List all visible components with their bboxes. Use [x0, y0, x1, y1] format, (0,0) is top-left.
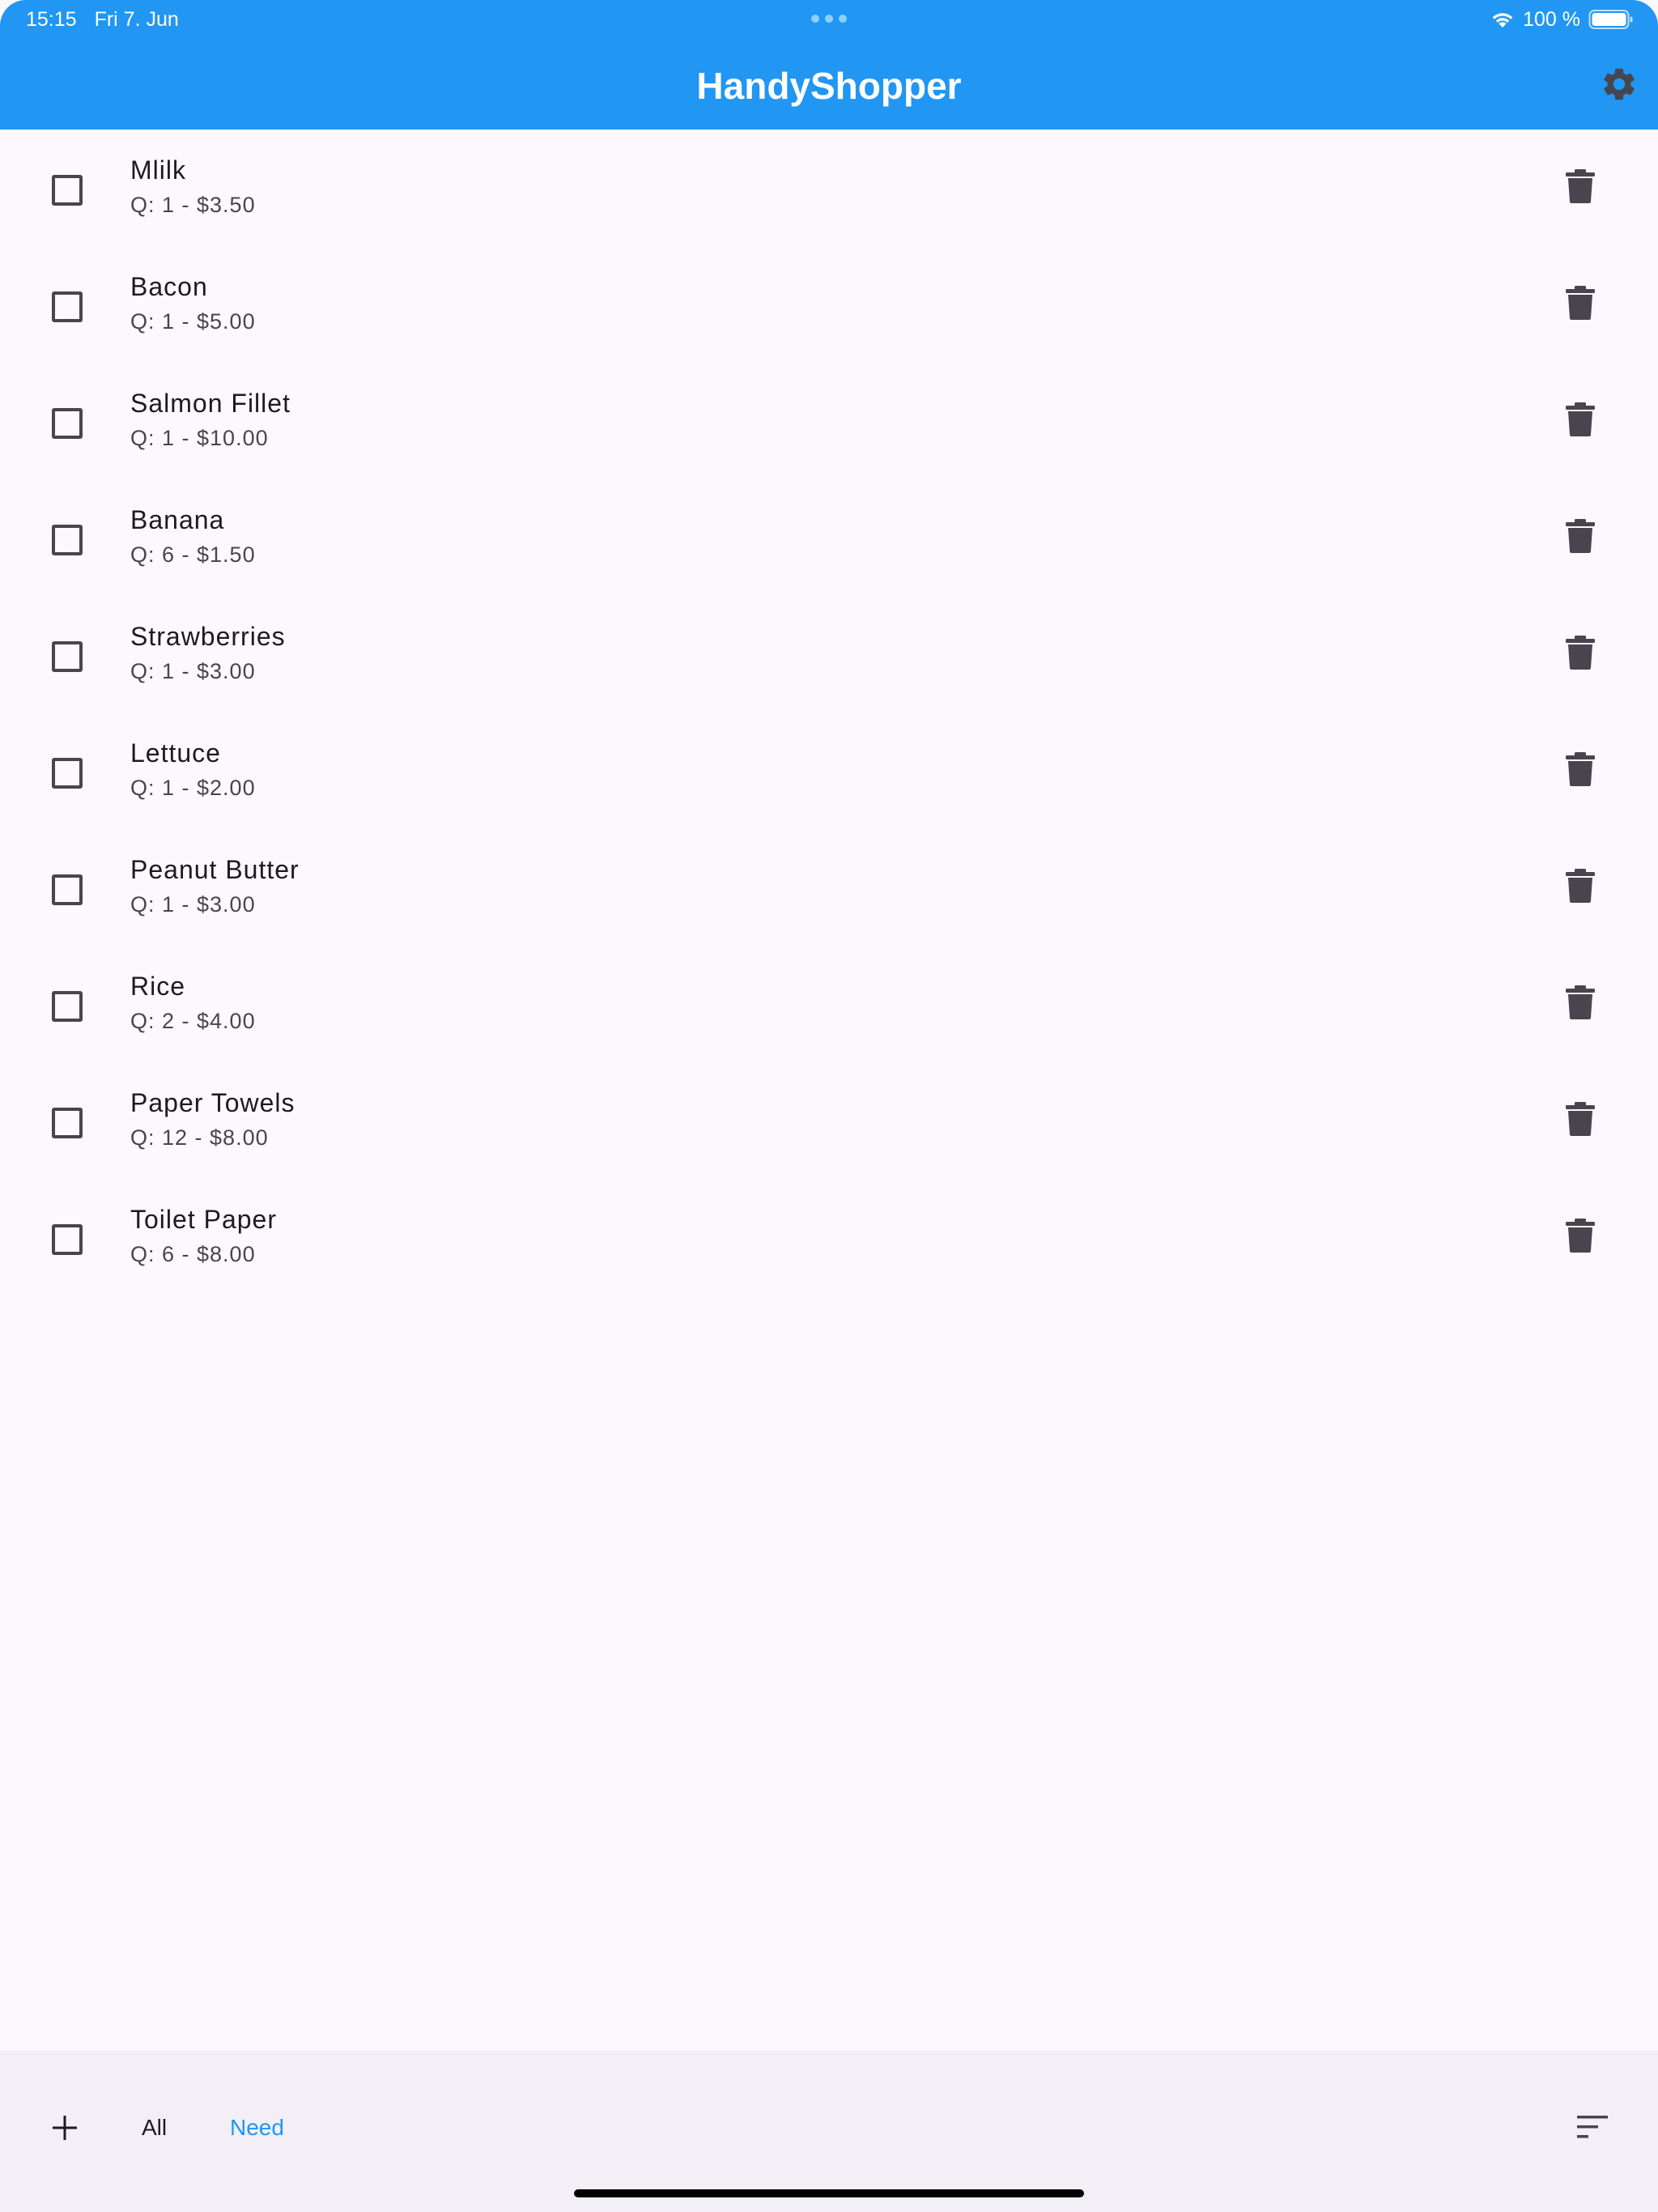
trash-icon[interactable] — [1566, 402, 1595, 436]
trash-icon[interactable] — [1566, 286, 1595, 320]
item-name: Toilet Paper — [130, 1205, 277, 1234]
item-quantity-price: Q: 12 - $8.00 — [130, 1125, 269, 1150]
list-item[interactable]: Toilet Paper Q: 6 - $8.00 — [0, 1179, 1658, 1295]
battery-icon — [1588, 10, 1633, 29]
item-name: Mlilk — [130, 155, 186, 185]
item-quantity-price: Q: 1 - $3.00 — [130, 892, 256, 917]
item-checkbox[interactable] — [52, 525, 83, 555]
item-name: Strawberries — [130, 622, 286, 651]
tab-all[interactable]: All — [142, 2113, 167, 2142]
item-name: Banana — [130, 505, 225, 534]
status-time-date: 15:15 Fri 7. Jun — [26, 6, 179, 32]
item-quantity-price: Q: 1 - $3.00 — [130, 659, 256, 683]
bottom-bar: All Need — [0, 2050, 1658, 2212]
list-item[interactable]: Peanut Butter Q: 1 - $3.00 — [0, 829, 1658, 946]
battery-percentage: 100 % — [1523, 7, 1580, 31]
tab-need[interactable]: Need — [230, 2113, 284, 2142]
home-indicator[interactable] — [574, 2189, 1084, 2197]
item-checkbox[interactable] — [52, 758, 83, 789]
item-checkbox[interactable] — [52, 641, 83, 672]
item-name: Paper Towels — [130, 1088, 295, 1117]
item-quantity-price: Q: 1 - $10.00 — [130, 426, 269, 450]
item-checkbox[interactable] — [52, 874, 83, 905]
trash-icon[interactable] — [1566, 985, 1595, 1019]
item-checkbox[interactable] — [52, 991, 83, 1022]
trash-icon[interactable] — [1566, 1219, 1595, 1253]
list-item[interactable]: Paper Towels Q: 12 - $8.00 — [0, 1062, 1658, 1179]
item-name: Bacon — [130, 272, 208, 301]
item-name: Salmon Fillet — [130, 389, 291, 418]
list-item[interactable]: Rice Q: 2 - $4.00 — [0, 946, 1658, 1062]
gear-icon[interactable] — [1600, 65, 1639, 104]
multitasking-dots-icon[interactable] — [811, 15, 847, 23]
sort-icon[interactable] — [1577, 2115, 1608, 2139]
item-quantity-price: Q: 1 - $3.50 — [130, 193, 256, 217]
wifi-icon — [1492, 13, 1513, 28]
item-name: Rice — [130, 972, 186, 1001]
list-item[interactable]: Mlilk Q: 1 - $3.50 — [0, 130, 1658, 246]
list-item[interactable]: Banana Q: 6 - $1.50 — [0, 479, 1658, 596]
trash-icon[interactable] — [1566, 869, 1595, 903]
status-time: 15:15 — [26, 8, 77, 31]
plus-icon[interactable] — [50, 2113, 79, 2142]
item-checkbox[interactable] — [52, 1108, 83, 1138]
item-name: Peanut Butter — [130, 855, 300, 884]
list-item[interactable]: Bacon Q: 1 - $5.00 — [0, 246, 1658, 363]
trash-icon[interactable] — [1566, 519, 1595, 553]
trash-icon[interactable] — [1566, 1102, 1595, 1136]
item-quantity-price: Q: 6 - $8.00 — [130, 1242, 256, 1266]
list-item[interactable]: Lettuce Q: 1 - $2.00 — [0, 713, 1658, 829]
item-checkbox[interactable] — [52, 408, 83, 439]
app-bar: 15:15 Fri 7. Jun 100 % HandyShopper — [0, 0, 1658, 130]
status-date: Fri 7. Jun — [94, 8, 179, 31]
item-checkbox[interactable] — [52, 1224, 83, 1255]
list-item[interactable]: Salmon Fillet Q: 1 - $10.00 — [0, 363, 1658, 479]
trash-icon[interactable] — [1566, 752, 1595, 786]
item-checkbox[interactable] — [52, 291, 83, 322]
item-checkbox[interactable] — [52, 175, 83, 206]
app-title: HandyShopper — [696, 65, 962, 107]
item-quantity-price: Q: 1 - $5.00 — [130, 309, 256, 334]
trash-icon[interactable] — [1566, 169, 1595, 203]
trash-icon[interactable] — [1566, 636, 1595, 670]
shopping-list: Mlilk Q: 1 - $3.50 Bacon Q: 1 - $5.00 Sa… — [0, 130, 1658, 1295]
item-name: Lettuce — [130, 738, 221, 768]
item-quantity-price: Q: 1 - $2.00 — [130, 776, 256, 800]
item-quantity-price: Q: 6 - $1.50 — [130, 542, 256, 567]
list-item[interactable]: Strawberries Q: 1 - $3.00 — [0, 596, 1658, 713]
item-quantity-price: Q: 2 - $4.00 — [130, 1009, 256, 1033]
status-indicators: 100 % — [1490, 6, 1634, 32]
